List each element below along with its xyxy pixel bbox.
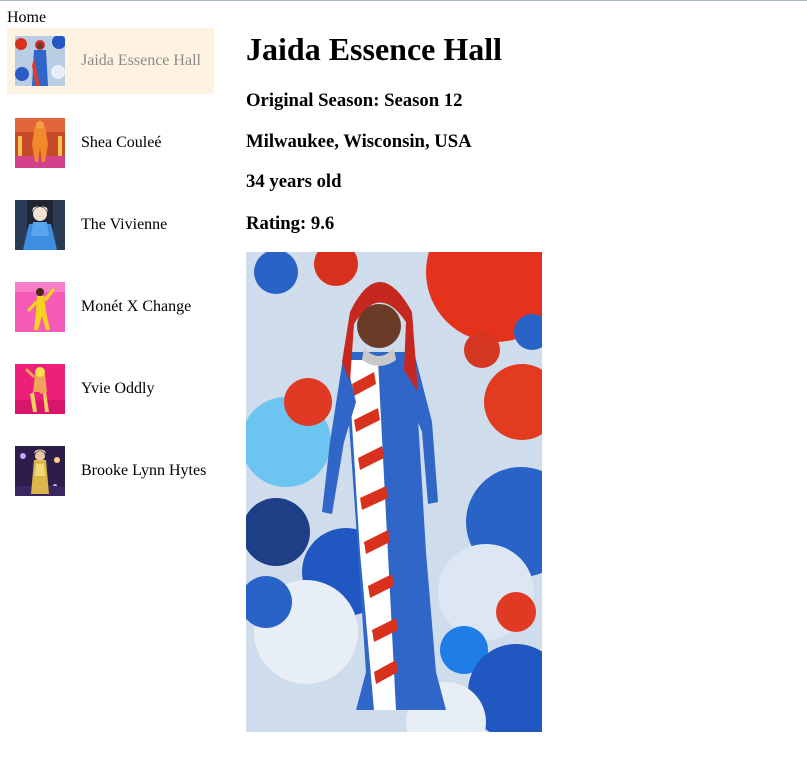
queen-list-item-label: Shea Couleé xyxy=(81,134,162,151)
queen-list-item-label: Brooke Lynn Hytes xyxy=(81,462,207,479)
queen-name-heading: Jaida Essence Hall xyxy=(246,31,503,67)
queen-detail: Jaida Essence Hall Original Season: Seas… xyxy=(246,31,786,732)
age-text: 34 years old xyxy=(246,171,342,192)
queen-list-item-label: Jaida Essence Hall xyxy=(81,52,201,69)
original-season-text: Original Season: Season 12 xyxy=(246,90,463,111)
queen-list-item[interactable]: Shea Couleé xyxy=(7,110,214,176)
queen-thumbnail-image xyxy=(15,118,65,168)
queen-list-item-label: Monét X Change xyxy=(81,298,192,315)
queen-list-item[interactable]: Brooke Lynn Hytes xyxy=(7,438,214,504)
queen-list-item[interactable]: Yvie Oddly xyxy=(7,356,214,422)
queen-list-item[interactable]: Monét X Change xyxy=(7,274,214,340)
queen-portrait-image xyxy=(246,252,542,732)
queen-thumbnail-image xyxy=(15,200,65,250)
queen-thumbnail-image xyxy=(15,36,65,86)
queen-thumbnail-image xyxy=(15,364,65,414)
queen-list-item-label: Yvie Oddly xyxy=(81,380,155,397)
queen-thumbnail-image xyxy=(15,282,65,332)
hometown-text: Milwaukee, Wisconsin, USA xyxy=(246,131,472,152)
queen-list-item-label: The Vivienne xyxy=(81,216,168,233)
queen-list: Jaida Essence Hall Shea Couleé The Vivie… xyxy=(7,28,214,520)
queen-list-item[interactable]: The Vivienne xyxy=(7,192,214,258)
queen-list-item[interactable]: Jaida Essence Hall xyxy=(7,28,214,94)
queen-thumbnail-image xyxy=(15,446,65,496)
rating-text: Rating: 9.6 xyxy=(246,213,335,234)
home-link[interactable]: Home xyxy=(7,9,46,27)
